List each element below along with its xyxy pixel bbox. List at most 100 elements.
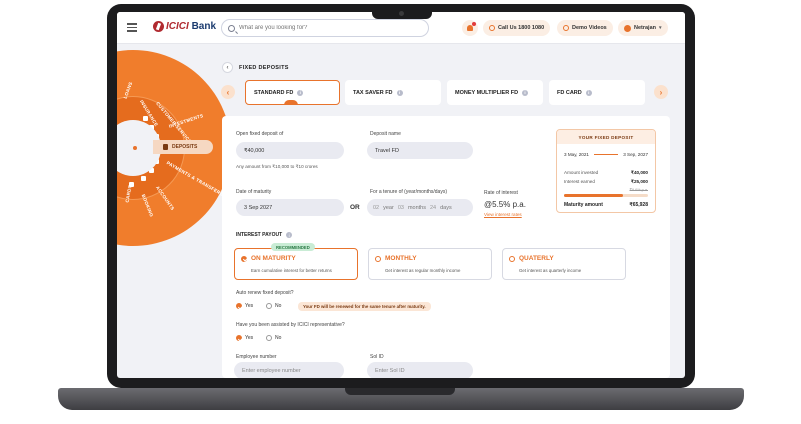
- tab-money-multiplier-fd[interactable]: MONEY MULTIPLIER FD i: [447, 80, 543, 105]
- maturity-amount-label: Maturity amount: [564, 202, 603, 208]
- logo-mark-icon: [153, 21, 164, 32]
- assisted-no[interactable]: No: [266, 335, 281, 341]
- maturity-row: Maturity amount ₹65,928: [564, 202, 648, 208]
- progress-fill: [564, 194, 623, 197]
- tenure-months[interactable]: 03: [398, 205, 404, 211]
- avatar: [624, 24, 631, 32]
- radio-checked-icon[interactable]: [236, 303, 242, 309]
- no-label: No: [275, 303, 282, 309]
- wheel-pointer: [133, 146, 137, 150]
- tenure-days[interactable]: 24: [430, 205, 436, 211]
- amount-label: Open fixed deposit of: [236, 131, 284, 137]
- employee-number-field[interactable]: Enter employee number: [234, 362, 344, 378]
- earned-row: Interest earned ₹25,000: [564, 179, 648, 185]
- demo-videos-button[interactable]: Demo Videos: [557, 20, 613, 36]
- phone-icon: [489, 25, 495, 31]
- laptop-base-notch: [345, 388, 455, 395]
- fd-summary-card: YOUR FIXED DEPOSIT 3 May, 2021 3 Sep, 20…: [556, 129, 656, 213]
- bank-logo[interactable]: ICICI Bank: [153, 21, 216, 32]
- info-icon[interactable]: i: [396, 89, 403, 96]
- date-range-line: [594, 154, 618, 155]
- maturity-date-field[interactable]: 3 Sep 2027: [236, 199, 344, 216]
- info-icon[interactable]: i: [522, 89, 529, 96]
- renew-note: Your FD will be renewed for the same ten…: [298, 302, 431, 311]
- call-us-button[interactable]: Call Us 1800 1080: [483, 20, 551, 36]
- menu-icon[interactable]: [127, 23, 137, 32]
- wheel-item-deposits[interactable]: DEPOSITS: [153, 140, 213, 154]
- breadcrumb: ‹ FIXED DEPOSITS: [222, 62, 289, 73]
- tab-standard-fd[interactable]: STANDARD FD i: [245, 80, 340, 105]
- search-icon: [228, 24, 235, 32]
- amount-field[interactable]: ₹40,000: [236, 142, 344, 159]
- search-bar[interactable]: [221, 19, 429, 37]
- end-date: 3 Sep, 2027: [623, 152, 648, 157]
- payout-title: MONTHLY: [385, 255, 417, 262]
- rate-label: Rate of interest: [484, 190, 518, 196]
- auto-renew-no[interactable]: No: [266, 303, 281, 309]
- app-screen: ICICI Bank Call Us 1800 1080 Demo Videos…: [117, 12, 685, 378]
- cards-icon: [129, 182, 134, 187]
- invested-row: Amount invested ₹40,000: [564, 170, 648, 176]
- notification-button[interactable]: [462, 20, 478, 36]
- radio-icon[interactable]: [266, 335, 272, 341]
- search-input[interactable]: [239, 25, 409, 31]
- earned-label: Interest earned: [564, 179, 595, 184]
- employee-label: Employee number: [236, 354, 277, 360]
- back-button[interactable]: ‹: [222, 62, 233, 73]
- yes-label: Yes: [245, 335, 254, 341]
- booking-icon: [141, 176, 146, 181]
- payout-sub: Earn cumulative interest for better retu…: [251, 268, 332, 273]
- earned-value: ₹25,000: [631, 179, 648, 184]
- tab-label: STANDARD FD: [254, 89, 294, 96]
- tabs-prev-button[interactable]: ‹: [221, 85, 235, 99]
- auto-renew-yes[interactable]: Yes: [236, 303, 253, 309]
- assisted-yes[interactable]: Yes: [236, 335, 253, 341]
- tenure-field[interactable]: 02 year 03 months 24 days: [367, 199, 473, 216]
- payout-monthly[interactable]: MONTHLY Get interest as regular monthly …: [368, 248, 492, 280]
- logo-text: ICICI Bank: [166, 21, 217, 32]
- summary-dates: 3 May, 2021 3 Sep, 2027: [564, 152, 648, 157]
- fd-form: Open fixed deposit of ₹40,000 Any amount…: [222, 116, 670, 378]
- tenure-months-unit: months: [407, 204, 426, 211]
- user-menu[interactable]: Netrajan ▾: [618, 20, 668, 36]
- info-icon[interactable]: i: [297, 89, 304, 96]
- maturity-progress: [564, 194, 648, 197]
- loans-icon: [143, 116, 148, 121]
- payout-label: INTEREST PAYOUT: [236, 232, 283, 238]
- start-date: 3 May, 2021: [564, 152, 589, 157]
- radio-icon[interactable]: [266, 303, 272, 309]
- radio-checked-icon[interactable]: [236, 335, 242, 341]
- radio-icon[interactable]: [509, 255, 515, 262]
- yes-label: Yes: [245, 303, 254, 309]
- tenure-years-unit: year: [383, 204, 394, 211]
- maturity-label: Date of maturity: [236, 189, 272, 195]
- or-separator: OR: [350, 204, 360, 211]
- tab-label: TAX SAVER FD: [353, 89, 393, 96]
- user-name: Netrajan: [634, 25, 657, 31]
- deposit-name-field[interactable]: Travel FD: [367, 142, 473, 159]
- page-title: FIXED DEPOSITS: [239, 64, 289, 71]
- payout-sub: Get interest as regular monthly income: [385, 268, 461, 273]
- sol-id-field[interactable]: Enter Sol ID: [367, 362, 473, 378]
- payout-on-maturity[interactable]: RECOMMENDED ON MATURITY Earn cumulative …: [234, 243, 358, 280]
- radio-icon[interactable]: [375, 255, 381, 262]
- radio-checked-icon[interactable]: [241, 255, 247, 262]
- info-icon[interactable]: i: [585, 89, 592, 96]
- tab-fd-card[interactable]: FD CARD i: [549, 80, 645, 105]
- tabs-next-button[interactable]: ›: [654, 85, 668, 99]
- sol-id-label: Sol ID: [370, 354, 384, 360]
- payout-quarterly[interactable]: QUATERLY Get interest as quarterly incom…: [502, 248, 626, 280]
- payout-heading: INTEREST PAYOUT i: [236, 232, 293, 238]
- payout-title: ON MATURITY: [251, 255, 296, 262]
- tenure-years[interactable]: 02: [373, 205, 379, 211]
- tab-tax-saver-fd[interactable]: TAX SAVER FD i: [345, 80, 441, 105]
- tab-label: MONEY MULTIPLIER FD: [455, 89, 519, 96]
- call-us-label: Call Us 1800 1080: [498, 25, 545, 31]
- payout-sub: Get interest as quarterly income: [519, 268, 582, 273]
- info-icon[interactable]: i: [286, 232, 293, 238]
- bell-icon: [467, 22, 476, 31]
- demo-videos-label: Demo Videos: [572, 25, 607, 31]
- invested-value: ₹40,000: [631, 170, 648, 175]
- assisted-label: Have you been assisted by ICICI represen…: [236, 322, 345, 328]
- view-rates-link[interactable]: View interest rates: [484, 212, 522, 217]
